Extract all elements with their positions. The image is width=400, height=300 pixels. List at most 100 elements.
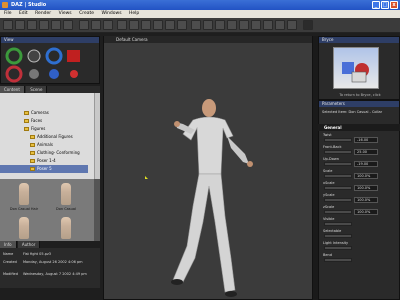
scale-value-field[interactable]: 100.0%: [354, 173, 378, 179]
selectable-toggle[interactable]: [324, 234, 352, 238]
tool-rotate-icon[interactable]: [129, 20, 139, 30]
tool-camera-icon[interactable]: [191, 20, 201, 30]
tool-node-icon[interactable]: [103, 20, 113, 30]
scale-slider[interactable]: [324, 174, 352, 178]
folder-icon: [24, 119, 29, 123]
tree-item-label: Additional Figures: [37, 134, 73, 139]
param-scale: Scale 100.0%: [320, 169, 398, 181]
save-file-icon[interactable]: [27, 20, 37, 30]
new-file-icon[interactable]: [3, 20, 13, 30]
yscale-value-field[interactable]: 100.0%: [354, 197, 378, 203]
menu-create[interactable]: Create: [79, 11, 94, 16]
rotate-view-icon: [5, 47, 23, 65]
general-group-header[interactable]: General: [318, 124, 400, 131]
param-yscale: yScale 100.0%: [320, 193, 398, 205]
folder-icon: [30, 151, 35, 155]
folder-icon: [30, 135, 35, 139]
param-selectable: Selectable: [320, 229, 398, 241]
app-icon: [2, 2, 8, 8]
tool-grab-icon[interactable]: [79, 20, 89, 30]
content-tabs: Content Scene: [0, 86, 100, 93]
param-xscale: xScale 100.0%: [320, 181, 398, 193]
bend-toggle[interactable]: [324, 258, 352, 262]
render-icon[interactable]: [39, 20, 49, 30]
thumbs-scrollbar[interactable]: [94, 179, 100, 241]
tree-item-poser-5[interactable]: Poser 5: [0, 165, 88, 173]
view-controls: [5, 47, 80, 83]
menu-windows[interactable]: Windows: [101, 11, 121, 16]
maximize-button[interactable]: □: [381, 1, 389, 9]
tree-item-animals[interactable]: Animals: [0, 141, 100, 149]
xscale-value-field[interactable]: 100.0%: [354, 185, 378, 191]
parameters-header: Parameters: [319, 101, 399, 107]
tree-item-label: Animals: [37, 142, 53, 147]
param-twist: Twist -16.00: [320, 133, 398, 145]
thumb-don-casual[interactable]: Don Casual: [54, 181, 78, 211]
zscale-value-field[interactable]: 100.0%: [354, 209, 378, 215]
up-down-slider[interactable]: [324, 162, 352, 166]
param-front-back: Front-Back 25.00: [320, 145, 398, 157]
figure-thumbnail: [61, 217, 71, 239]
tool-zoom-icon[interactable]: [239, 20, 249, 30]
twist-value-field[interactable]: -16.00: [354, 137, 378, 143]
tool-twist-icon[interactable]: [153, 20, 163, 30]
tab-content[interactable]: Content: [0, 86, 25, 93]
thumb-label: Don Casual Hair: [9, 207, 39, 211]
menu-render[interactable]: Render: [35, 11, 51, 16]
menu-file[interactable]: File: [4, 11, 12, 16]
tool-light-icon[interactable]: [203, 20, 213, 30]
visible-toggle[interactable]: [324, 222, 352, 226]
3d-figure-don[interactable]: [171, 99, 253, 297]
tree-item-figures[interactable]: Figures: [0, 125, 100, 133]
menu-edit[interactable]: Edit: [19, 11, 28, 16]
tree-item-clothing[interactable]: Clothing- Conforming: [0, 149, 100, 157]
param-bend: Bend: [320, 253, 398, 265]
thumb-label: Don Casual: [56, 207, 76, 211]
tab-scene[interactable]: Scene: [26, 86, 48, 93]
undo-icon[interactable]: [51, 20, 61, 30]
twist-slider[interactable]: [324, 138, 352, 142]
tool-figure-select-icon[interactable]: [215, 20, 225, 30]
tool-move-icon[interactable]: [117, 20, 127, 30]
tab-info[interactable]: Info: [0, 241, 17, 248]
xscale-slider[interactable]: [324, 186, 352, 190]
tree-item-faces[interactable]: Faces: [0, 117, 100, 125]
info-name-row: Name Fist fight 05.pz3: [3, 252, 52, 256]
front-back-slider[interactable]: [324, 150, 352, 154]
tool-orbit-icon[interactable]: [263, 20, 273, 30]
close-button[interactable]: x: [390, 1, 398, 9]
thumb-figure-4[interactable]: [54, 215, 78, 243]
tool-extra-icon[interactable]: [303, 20, 313, 30]
tab-author[interactable]: Author: [17, 241, 41, 248]
minimize-button[interactable]: _: [372, 1, 380, 9]
info-tabs: Info Author: [0, 241, 100, 248]
thumb-don-casual-hair[interactable]: Don Casual Hair: [10, 181, 38, 211]
tree-item-additional-figures[interactable]: Additional Figures: [0, 133, 100, 141]
menu-help[interactable]: Help: [129, 11, 139, 16]
tool-focus-icon[interactable]: [227, 20, 237, 30]
tool-scale-icon[interactable]: [141, 20, 151, 30]
zscale-slider[interactable]: [324, 210, 352, 214]
redo-icon[interactable]: [63, 20, 73, 30]
menu-views[interactable]: Views: [59, 11, 72, 16]
figure-thumbnail: [61, 183, 71, 205]
bryce-thumbnail-button[interactable]: [333, 47, 379, 89]
tool-universal-icon[interactable]: [177, 20, 187, 30]
yscale-slider[interactable]: [324, 198, 352, 202]
tree-item-label: Poser 5: [37, 166, 52, 171]
param-visible: Visible: [320, 217, 398, 229]
tree-item-poser-1-4[interactable]: Poser 1-4: [0, 157, 100, 165]
info-modified-row: Modified Wednesday, August 7 2002 4:49 pm: [3, 272, 87, 276]
thumb-figure-3[interactable]: [12, 215, 36, 243]
tree-item-cameras[interactable]: Cameras: [0, 109, 100, 117]
tool-translate-icon[interactable]: [165, 20, 175, 30]
tool-frame-icon[interactable]: [275, 20, 285, 30]
tree-scrollbar[interactable]: [94, 93, 100, 179]
tool-lock-icon[interactable]: [287, 20, 297, 30]
light-intensity-slider[interactable]: [324, 246, 352, 250]
open-file-icon[interactable]: [15, 20, 25, 30]
tool-figure-icon[interactable]: [91, 20, 101, 30]
tool-pan-icon[interactable]: [251, 20, 261, 30]
up-down-value-field[interactable]: -19.00: [354, 161, 378, 167]
front-back-value-field[interactable]: 25.00: [354, 149, 378, 155]
